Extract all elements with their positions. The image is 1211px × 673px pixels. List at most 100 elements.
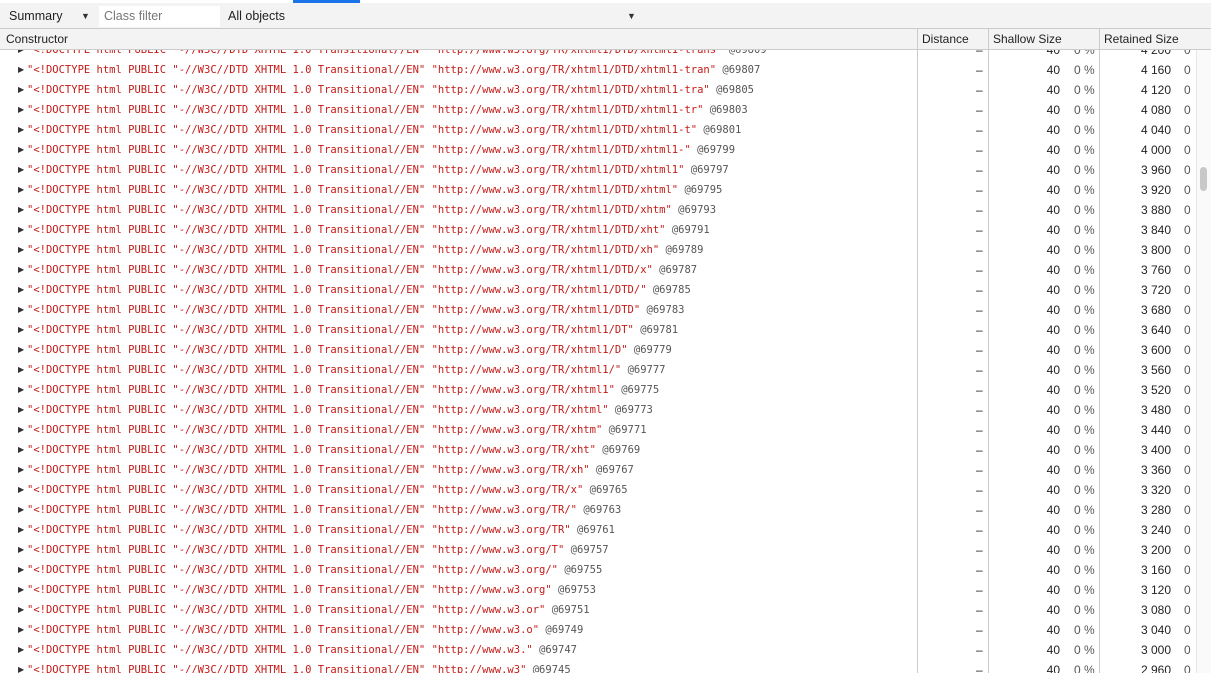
triangle-right-icon[interactable]: ▶: [18, 380, 24, 400]
table-row[interactable]: ▶"<!DOCTYPE html PUBLIC "-//W3C//DTD XHT…: [0, 300, 1196, 320]
triangle-right-icon[interactable]: ▶: [18, 360, 24, 380]
triangle-right-icon[interactable]: ▶: [18, 260, 24, 280]
table-row[interactable]: ▶"<!DOCTYPE html PUBLIC "-//W3C//DTD XHT…: [0, 380, 1196, 400]
table-row[interactable]: ▶"<!DOCTYPE html PUBLIC "-//W3C//DTD XHT…: [0, 520, 1196, 540]
triangle-right-icon[interactable]: ▶: [18, 640, 24, 660]
table-row[interactable]: ▶"<!DOCTYPE html PUBLIC "-//W3C//DTD XHT…: [0, 400, 1196, 420]
table-row[interactable]: ▶"<!DOCTYPE html PUBLIC "-//W3C//DTD XHT…: [0, 420, 1196, 440]
column-header-retained-size[interactable]: Retained Size: [1104, 29, 1179, 49]
table-row[interactable]: ▶"<!DOCTYPE html PUBLIC "-//W3C//DTD XHT…: [0, 60, 1196, 80]
constructor-cell: "<!DOCTYPE html PUBLIC "-//W3C//DTD XHTM…: [27, 140, 735, 160]
table-row[interactable]: ▶"<!DOCTYPE html PUBLIC "-//W3C//DTD XHT…: [0, 340, 1196, 360]
table-row[interactable]: ▶"<!DOCTYPE html PUBLIC "-//W3C//DTD XHT…: [0, 160, 1196, 180]
table-row[interactable]: ▶"<!DOCTYPE html PUBLIC "-//W3C//DTD XHT…: [0, 220, 1196, 240]
triangle-right-icon[interactable]: ▶: [18, 620, 24, 640]
triangle-right-icon[interactable]: ▶: [18, 340, 24, 360]
table-row[interactable]: ▶"<!DOCTYPE html PUBLIC "-//W3C//DTD XHT…: [0, 200, 1196, 220]
triangle-right-icon[interactable]: ▶: [18, 180, 24, 200]
table-row[interactable]: ▶"<!DOCTYPE html PUBLIC "-//W3C//DTD XHT…: [0, 50, 1196, 60]
object-id: @69763: [583, 504, 622, 516]
objects-select[interactable]: All objects ▼: [222, 4, 642, 28]
table-row[interactable]: ▶"<!DOCTYPE html PUBLIC "-//W3C//DTD XHT…: [0, 440, 1196, 460]
retained-size-cell: 3 680: [1140, 303, 1171, 317]
triangle-right-icon[interactable]: ▶: [18, 240, 24, 260]
string-value: "<!DOCTYPE html PUBLIC "-//W3C//DTD XHTM…: [27, 564, 559, 576]
shallow-size-percent: 0 %: [1074, 83, 1095, 97]
shallow-size-percent: 0 %: [1074, 523, 1095, 537]
table-row[interactable]: ▶"<!DOCTYPE html PUBLIC "-//W3C//DTD XHT…: [0, 260, 1196, 280]
column-header-distance[interactable]: Distance: [922, 29, 969, 49]
table-row[interactable]: ▶"<!DOCTYPE html PUBLIC "-//W3C//DTD XHT…: [0, 620, 1196, 640]
triangle-right-icon[interactable]: ▶: [18, 300, 24, 320]
column-header-shallow-size[interactable]: Shallow Size: [993, 29, 1062, 49]
triangle-right-icon[interactable]: ▶: [18, 120, 24, 140]
triangle-right-icon[interactable]: ▶: [18, 540, 24, 560]
table-row[interactable]: ▶"<!DOCTYPE html PUBLIC "-//W3C//DTD XHT…: [0, 540, 1196, 560]
distance-cell: –: [976, 363, 983, 377]
retained-size-cell: 4 160: [1140, 63, 1171, 77]
retained-size-percent: 0: [1184, 63, 1191, 77]
table-row[interactable]: ▶"<!DOCTYPE html PUBLIC "-//W3C//DTD XHT…: [0, 240, 1196, 260]
triangle-right-icon[interactable]: ▶: [18, 400, 24, 420]
distance-cell: –: [976, 223, 983, 237]
table-row[interactable]: ▶"<!DOCTYPE html PUBLIC "-//W3C//DTD XHT…: [0, 140, 1196, 160]
object-id: @69777: [627, 364, 666, 376]
triangle-right-icon[interactable]: ▶: [18, 500, 24, 520]
scrollbar-thumb[interactable]: [1200, 167, 1207, 191]
triangle-right-icon[interactable]: ▶: [18, 480, 24, 500]
triangle-right-icon[interactable]: ▶: [18, 420, 24, 440]
table-row[interactable]: ▶"<!DOCTYPE html PUBLIC "-//W3C//DTD XHT…: [0, 320, 1196, 340]
table-row[interactable]: ▶"<!DOCTYPE html PUBLIC "-//W3C//DTD XHT…: [0, 660, 1196, 673]
triangle-right-icon[interactable]: ▶: [18, 440, 24, 460]
distance-cell: –: [976, 183, 983, 197]
object-id: @69747: [539, 644, 577, 656]
constructor-cell: "<!DOCTYPE html PUBLIC "-//W3C//DTD XHTM…: [27, 80, 754, 100]
triangle-right-icon[interactable]: ▶: [18, 50, 24, 60]
shallow-size-percent: 0 %: [1074, 143, 1095, 157]
class-filter-input[interactable]: Class filter: [99, 6, 220, 27]
object-id: @69779: [633, 344, 672, 356]
table-row[interactable]: ▶"<!DOCTYPE html PUBLIC "-//W3C//DTD XHT…: [0, 360, 1196, 380]
table-row[interactable]: ▶"<!DOCTYPE html PUBLIC "-//W3C//DTD XHT…: [0, 580, 1196, 600]
distance-cell: –: [976, 523, 983, 537]
shallow-size-percent: 0 %: [1074, 103, 1095, 117]
table-row[interactable]: ▶"<!DOCTYPE html PUBLIC "-//W3C//DTD XHT…: [0, 640, 1196, 660]
triangle-right-icon[interactable]: ▶: [18, 100, 24, 120]
triangle-right-icon[interactable]: ▶: [18, 580, 24, 600]
object-id: @69769: [602, 444, 641, 456]
table-row[interactable]: ▶"<!DOCTYPE html PUBLIC "-//W3C//DTD XHT…: [0, 180, 1196, 200]
triangle-right-icon[interactable]: ▶: [18, 660, 24, 673]
table-row[interactable]: ▶"<!DOCTYPE html PUBLIC "-//W3C//DTD XHT…: [0, 120, 1196, 140]
triangle-right-icon[interactable]: ▶: [18, 560, 24, 580]
triangle-right-icon[interactable]: ▶: [18, 600, 24, 620]
string-value: "<!DOCTYPE html PUBLIC "-//W3C//DTD XHTM…: [27, 144, 691, 156]
triangle-right-icon[interactable]: ▶: [18, 60, 24, 80]
triangle-right-icon[interactable]: ▶: [18, 140, 24, 160]
table-row[interactable]: ▶"<!DOCTYPE html PUBLIC "-//W3C//DTD XHT…: [0, 480, 1196, 500]
shallow-size-cell: 40: [1046, 363, 1060, 377]
triangle-right-icon[interactable]: ▶: [18, 80, 24, 100]
distance-cell: –: [976, 83, 983, 97]
table-row[interactable]: ▶"<!DOCTYPE html PUBLIC "-//W3C//DTD XHT…: [0, 100, 1196, 120]
vertical-scrollbar[interactable]: [1196, 50, 1211, 673]
table-row[interactable]: ▶"<!DOCTYPE html PUBLIC "-//W3C//DTD XHT…: [0, 560, 1196, 580]
shallow-size-cell: 40: [1046, 543, 1060, 557]
table-row[interactable]: ▶"<!DOCTYPE html PUBLIC "-//W3C//DTD XHT…: [0, 460, 1196, 480]
constructor-cell: "<!DOCTYPE html PUBLIC "-//W3C//DTD XHTM…: [27, 200, 716, 220]
shallow-size-percent: 0 %: [1074, 363, 1095, 377]
view-select[interactable]: Summary ▼: [0, 4, 96, 28]
table-row[interactable]: ▶"<!DOCTYPE html PUBLIC "-//W3C//DTD XHT…: [0, 280, 1196, 300]
triangle-right-icon[interactable]: ▶: [18, 460, 24, 480]
triangle-right-icon[interactable]: ▶: [18, 280, 24, 300]
triangle-right-icon[interactable]: ▶: [18, 520, 24, 540]
shallow-size-cell: 40: [1046, 523, 1060, 537]
table-row[interactable]: ▶"<!DOCTYPE html PUBLIC "-//W3C//DTD XHT…: [0, 500, 1196, 520]
retained-size-cell: 3 520: [1140, 383, 1171, 397]
triangle-right-icon[interactable]: ▶: [18, 220, 24, 240]
triangle-right-icon[interactable]: ▶: [18, 320, 24, 340]
column-header-constructor[interactable]: Constructor: [6, 29, 68, 49]
table-row[interactable]: ▶"<!DOCTYPE html PUBLIC "-//W3C//DTD XHT…: [0, 80, 1196, 100]
triangle-right-icon[interactable]: ▶: [18, 200, 24, 220]
table-row[interactable]: ▶"<!DOCTYPE html PUBLIC "-//W3C//DTD XHT…: [0, 600, 1196, 620]
triangle-right-icon[interactable]: ▶: [18, 160, 24, 180]
